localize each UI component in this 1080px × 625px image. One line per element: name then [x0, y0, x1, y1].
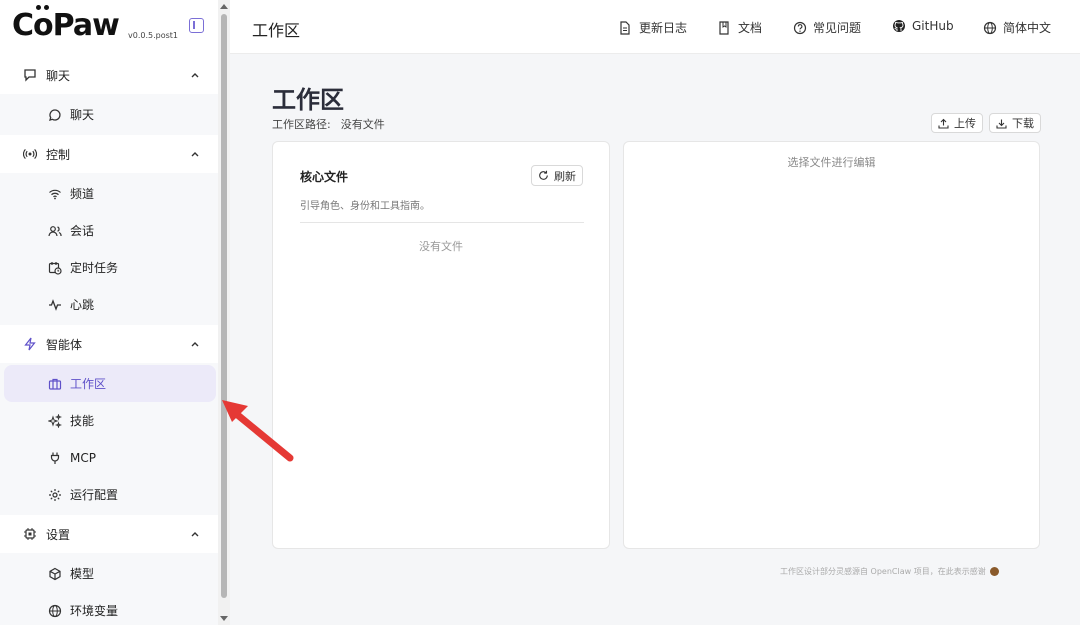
paw-icon — [989, 567, 999, 576]
chevron-up-icon[interactable] — [190, 529, 200, 539]
workspace-path: 工作区路径: 没有文件 — [272, 116, 385, 132]
sidebar-item-skills[interactable]: 技能 — [4, 402, 216, 439]
sidebar-item-workspace[interactable]: 工作区 — [4, 365, 216, 402]
version-label: v0.0.5.post1 — [128, 31, 178, 40]
annotation-arrow-icon — [222, 400, 294, 462]
sidebar-item-chat[interactable]: 聊天 — [4, 96, 216, 133]
cube-icon — [47, 566, 63, 582]
group-chat-items: 聊天 — [0, 94, 218, 135]
empty-state: 没有文件 — [419, 240, 463, 253]
broadcast-icon — [22, 146, 38, 162]
plug-icon — [47, 450, 63, 466]
chevron-up-icon[interactable] — [190, 149, 200, 159]
book-icon — [718, 20, 732, 35]
group-label: 聊天 — [46, 68, 71, 83]
globe-icon — [47, 603, 63, 619]
footer-note: 工作区设计部分灵感源自 OpenClaw 项目，在此表示感谢 — [780, 566, 999, 577]
refresh-icon — [538, 170, 549, 181]
scroll-thumb[interactable] — [221, 14, 227, 598]
sidebar-item-mcp[interactable]: MCP — [4, 439, 216, 476]
sidebar-item-scheduled-tasks[interactable]: 定时任务 — [4, 249, 216, 286]
group-settings-items: 模型 环境变量 — [0, 553, 218, 625]
github-link[interactable]: GitHub — [892, 19, 954, 33]
core-files-title: 核心文件 — [300, 170, 349, 184]
group-label: 控制 — [46, 147, 71, 162]
chevron-up-icon[interactable] — [190, 339, 200, 349]
lightning-icon — [22, 336, 38, 352]
pulse-icon — [47, 297, 63, 313]
chip-icon — [22, 526, 38, 542]
upload-icon — [938, 118, 949, 129]
sidebar-item-heartbeat[interactable]: 心跳 — [4, 286, 216, 323]
editor-panel[interactable]: 选择文件进行编辑 — [623, 141, 1040, 549]
sidebar-item-sessions[interactable]: 会话 — [4, 212, 216, 249]
group-agent-items: 工作区 技能 MCP 运行配置 — [0, 363, 218, 515]
collapse-sidebar-icon[interactable] — [189, 18, 204, 33]
sidebar-scrollbar[interactable] — [218, 0, 230, 625]
path-label: 工作区路径: — [272, 118, 331, 131]
scroll-down-icon[interactable] — [220, 616, 228, 621]
group-label: 设置 — [46, 527, 71, 542]
chat-icon — [22, 67, 38, 83]
sidebar-item-models[interactable]: 模型 — [4, 555, 216, 592]
logo: CoPaw — [12, 5, 120, 43]
topbar-title: 工作区 — [252, 21, 301, 40]
gear-icon — [47, 487, 63, 503]
changelog-link[interactable]: 更新日志 — [619, 19, 687, 36]
sidebar-item-channels[interactable]: 频道 — [4, 175, 216, 212]
wifi-icon — [47, 186, 63, 202]
document-icon — [619, 20, 633, 35]
briefcase-icon — [47, 376, 63, 392]
group-settings[interactable]: 设置 — [0, 515, 218, 553]
core-files-description: 引导角色、身份和工具指南。 — [300, 201, 430, 212]
core-files-panel: 核心文件 刷新 引导角色、身份和工具指南。 没有文件 — [272, 141, 610, 549]
chat-bubble-icon — [47, 107, 63, 123]
download-icon — [996, 118, 1007, 129]
editor-hint: 选择文件进行编辑 — [787, 156, 876, 169]
chevron-up-icon[interactable] — [190, 70, 200, 80]
sparkles-icon — [47, 413, 63, 429]
scroll-up-icon[interactable] — [220, 4, 228, 9]
sidebar-item-env-vars[interactable]: 环境变量 — [4, 592, 216, 625]
globe-icon — [983, 21, 997, 35]
group-control-items: 频道 会话 定时任务 心跳 — [0, 173, 218, 325]
group-chat[interactable]: 聊天 — [0, 56, 218, 94]
group-agent[interactable]: 智能体 — [0, 325, 218, 363]
upload-button[interactable]: 上传 — [931, 113, 983, 133]
language-switch[interactable]: 简体中文 — [983, 19, 1051, 36]
question-icon — [793, 21, 807, 35]
download-button[interactable]: 下载 — [989, 113, 1041, 133]
sidebar: CoPaw v0.0.5.post1 聊天 聊天 控制 频道 会话 定时任务 心… — [0, 0, 218, 625]
group-label: 智能体 — [46, 337, 83, 352]
refresh-button[interactable]: 刷新 — [531, 165, 583, 186]
path-value: 没有文件 — [340, 118, 385, 131]
calendar-clock-icon — [47, 260, 63, 276]
github-icon — [892, 19, 906, 33]
sidebar-item-run-config[interactable]: 运行配置 — [4, 476, 216, 513]
top-bar: 工作区 更新日志 文档 常见问题 GitHub 简体中文 — [230, 0, 1080, 54]
logo-row: CoPaw v0.0.5.post1 — [0, 0, 218, 56]
docs-link[interactable]: 文档 — [718, 19, 762, 36]
divider — [300, 222, 584, 223]
faq-link[interactable]: 常见问题 — [793, 19, 861, 36]
page-title: 工作区 — [272, 86, 344, 114]
users-icon — [47, 223, 63, 239]
group-control[interactable]: 控制 — [0, 135, 218, 173]
